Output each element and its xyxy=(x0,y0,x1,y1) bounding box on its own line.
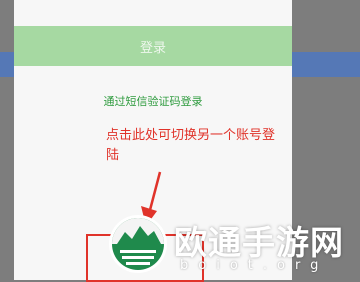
sms-login-link[interactable]: 通过短信验证码登录 xyxy=(14,93,292,109)
watermark-site-name: 欧通手游网 xyxy=(174,223,344,262)
background-strip xyxy=(0,52,14,77)
background-strip xyxy=(292,52,360,77)
annotation-text: 点击此处可切换另一个账号登陆 xyxy=(106,128,276,163)
login-button[interactable]: 登录 xyxy=(14,26,292,66)
watermark-logo-icon xyxy=(109,215,167,273)
watermark-domain: boiot.org xyxy=(180,258,329,273)
watermark: 欧通手游网 boiot.org xyxy=(108,212,356,280)
